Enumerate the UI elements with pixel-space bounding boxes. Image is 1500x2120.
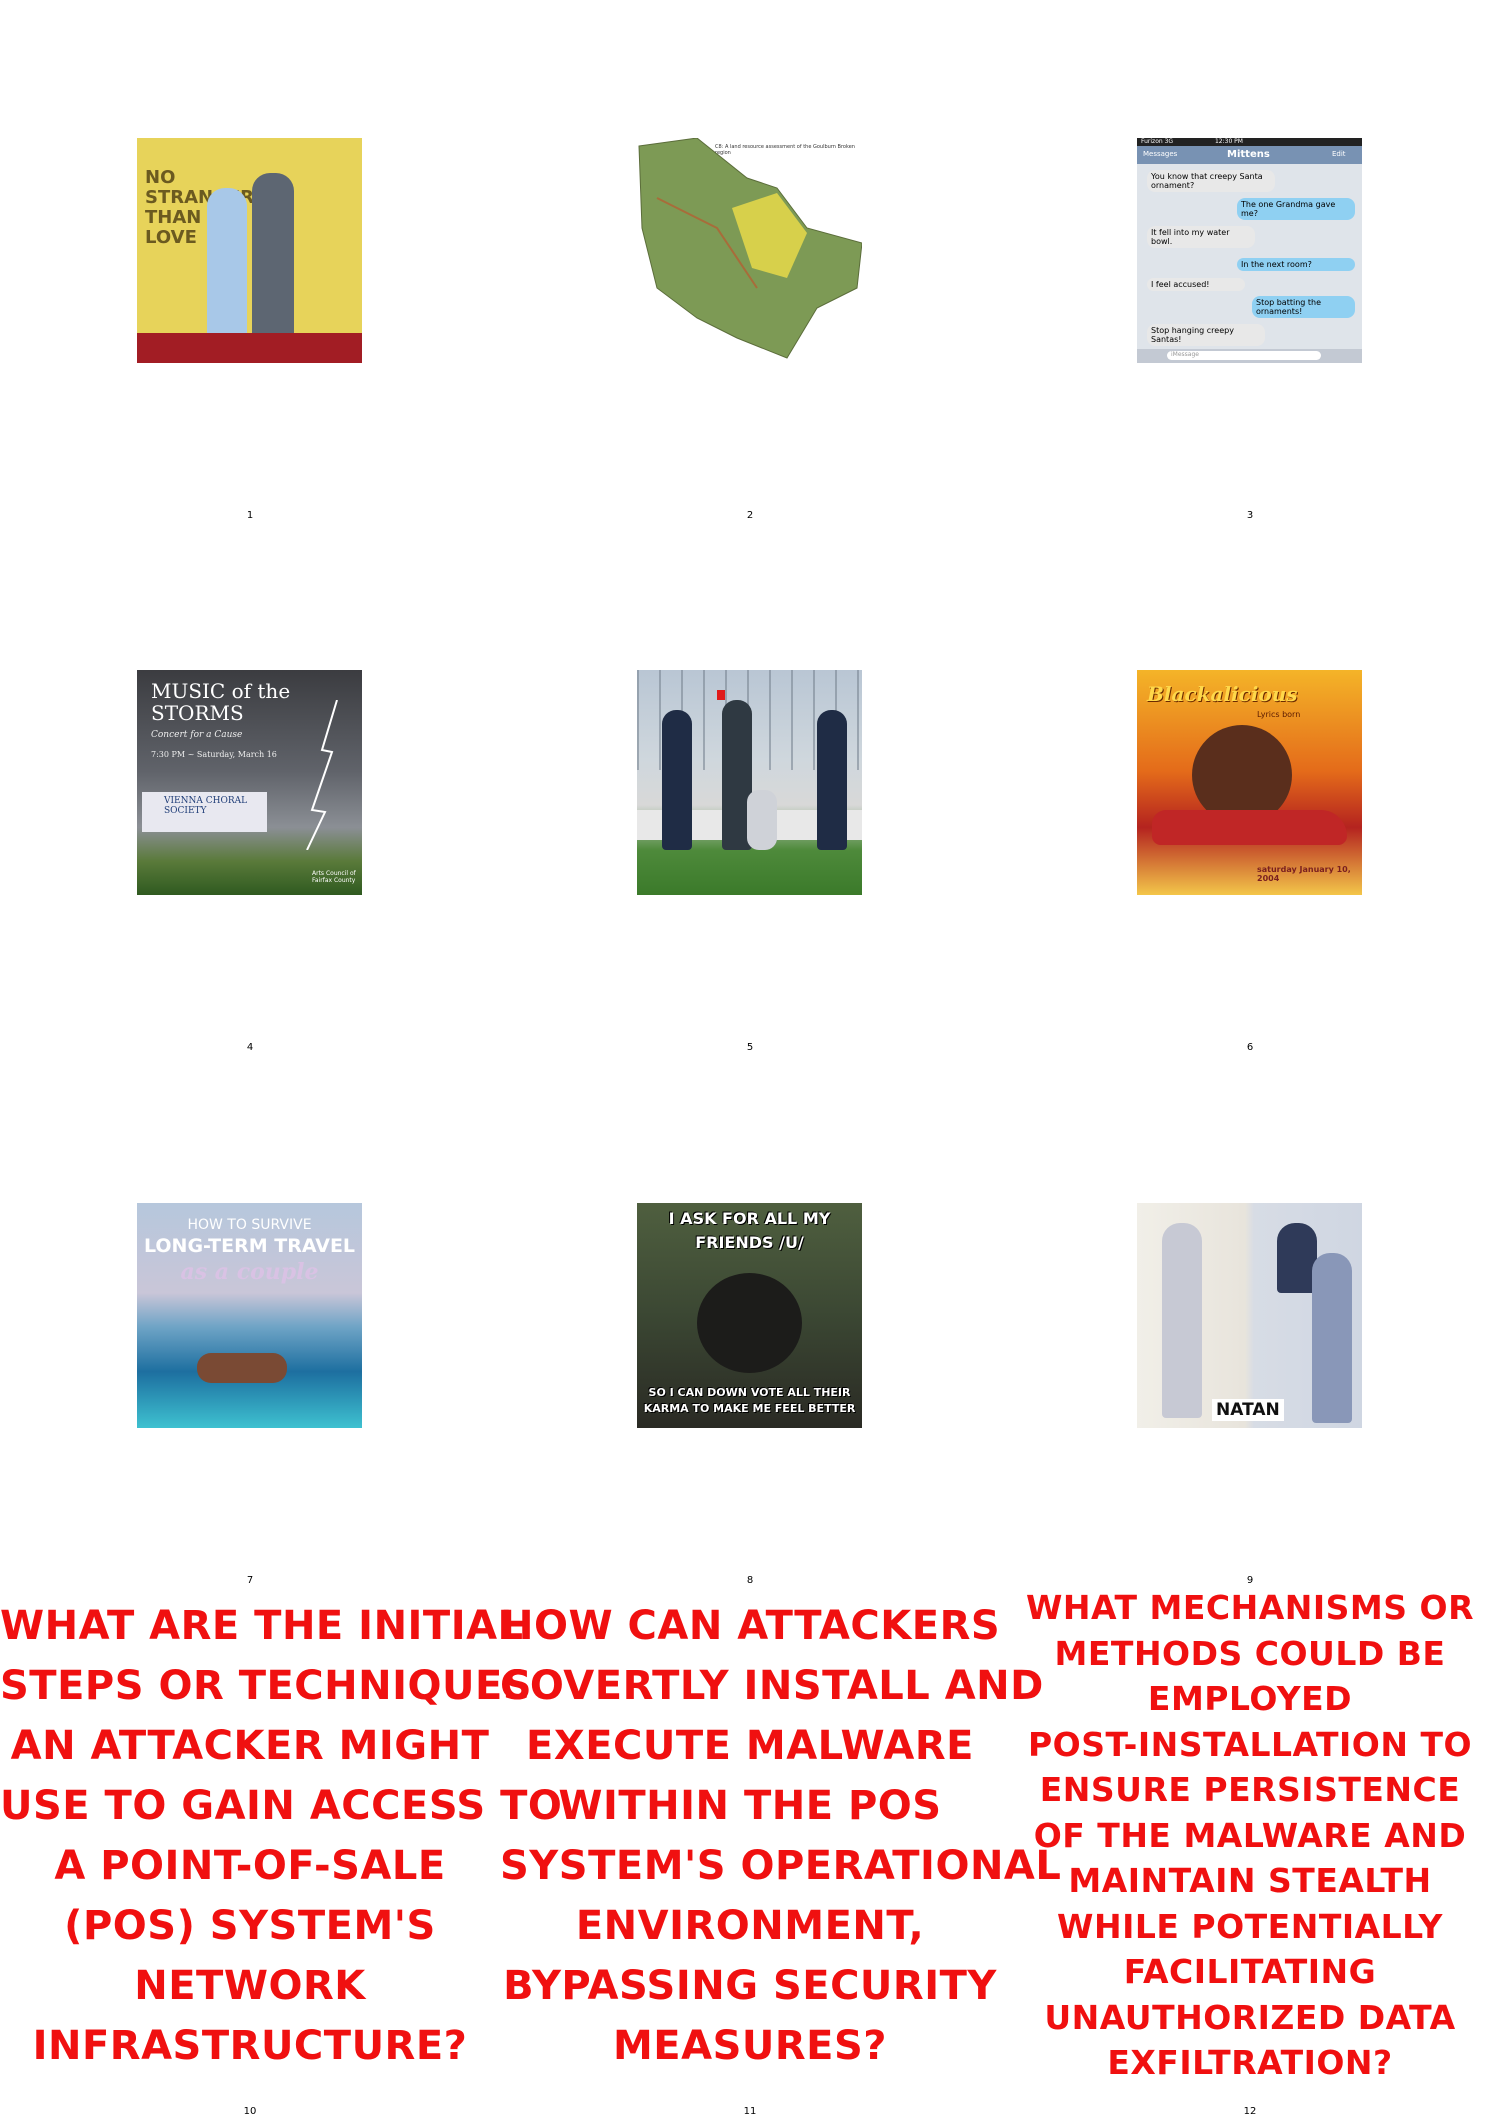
image-concert-poster[interactable]: MUSIC of the STORMS Concert for a Cause … xyxy=(137,670,362,895)
message-bubble: The one Grandma gave me? xyxy=(1237,198,1355,220)
text-line: ENVIRONMENT, xyxy=(575,1903,925,1949)
kneeling-player xyxy=(747,790,777,850)
poster-text: NO STRANGER THAN LOVE xyxy=(145,167,255,248)
image-meme-bear[interactable]: I ASK FOR ALL MY FRIENDS /U/ SO I CAN DO… xyxy=(637,1203,862,1428)
red-card xyxy=(717,690,725,700)
text-line: WITHIN THE POS xyxy=(558,1783,942,1829)
item-number: 1 xyxy=(246,510,254,521)
item-number: 10 xyxy=(243,2106,257,2117)
meme-bottom-text: SO I CAN DOWN VOTE ALL THEIR KARMA TO MA… xyxy=(643,1386,856,1415)
text-line: WHAT MECHANISMS OR xyxy=(1026,1588,1474,1627)
text-line: USE TO GAIN ACCESS TO xyxy=(0,1783,563,1829)
poster-title: Blackalicious xyxy=(1147,682,1298,706)
model-figure xyxy=(1162,1223,1202,1418)
image-region-map[interactable]: C8: A land resource assessment of the Go… xyxy=(637,138,862,363)
text-line: FACILITATING xyxy=(1123,1952,1377,1991)
text-line: STEPS OR TECHNIQUES xyxy=(0,1663,533,1709)
couple-in-pool xyxy=(197,1353,287,1383)
org-logo: VIENNA CHORAL SOCIETY xyxy=(142,792,267,832)
question-text-12: WHAT MECHANISMS OR METHODS COULD BE EMPL… xyxy=(1000,1585,1500,2086)
car-illustration xyxy=(1152,810,1347,845)
item-number: 5 xyxy=(746,1042,754,1053)
text-line: MAINTAIN STEALTH xyxy=(1068,1861,1432,1900)
input-bar: iMessage xyxy=(1137,349,1362,363)
text-line: INFRASTRUCTURE? xyxy=(32,2023,468,2069)
text-line: A POINT-OF-SALE xyxy=(54,1843,446,1889)
message-bubble: You know that creepy Santa ornament? xyxy=(1147,170,1275,192)
item-number: 6 xyxy=(1246,1042,1254,1053)
image-text-messages[interactable]: Furizon 3G 12:30 PM Messages Mittens Edi… xyxy=(1137,138,1362,363)
item-number: 2 xyxy=(746,510,754,521)
text-line: UNAUTHORIZED DATA xyxy=(1044,1997,1456,2037)
carrier-text: Furizon 3G xyxy=(1141,138,1174,145)
text-line: WHILE POTENTIALLY xyxy=(1057,1906,1443,1946)
image-movie-premiere[interactable]: NO STRANGER THAN LOVE xyxy=(137,138,362,363)
brand-label: NATAN xyxy=(1212,1399,1284,1421)
text-line: SYSTEM'S OPERATIONAL xyxy=(500,1843,1062,1889)
item-number: 3 xyxy=(1246,510,1254,521)
item-number: 11 xyxy=(743,2106,757,2117)
item-number: 8 xyxy=(746,1575,754,1586)
bear-figure xyxy=(697,1273,802,1373)
status-bar: Furizon 3G 12:30 PM xyxy=(1137,138,1362,146)
question-text-11: HOW CAN ATTACKERS COVERTLY INSTALL AND E… xyxy=(500,1596,1062,2076)
message-bubble: Stop batting the ornaments! xyxy=(1252,296,1355,318)
player-figure xyxy=(817,710,847,850)
text-line: BYPASSING SECURITY xyxy=(503,1963,997,2009)
lightning-bolt xyxy=(306,700,338,850)
message-bubble: Stop hanging creepy Santas! xyxy=(1147,324,1265,346)
sponsor-text: Arts Council of Fairfax County xyxy=(312,870,356,884)
conversation-title: Mittens xyxy=(1227,149,1270,160)
nav-bar: Messages Mittens Edit xyxy=(1137,146,1362,164)
player-figure xyxy=(662,710,692,850)
headline-line-3: as a couple xyxy=(180,1259,319,1285)
message-input[interactable]: iMessage xyxy=(1167,351,1321,360)
back-button[interactable]: Messages xyxy=(1143,150,1177,158)
dress-figure xyxy=(1312,1253,1352,1423)
text-line: OF THE MALWARE AND xyxy=(1033,1815,1467,1855)
headline-line-2: LONG-TERM TRAVEL xyxy=(143,1235,356,1257)
text-line: (POS) SYSTEM'S xyxy=(64,1903,436,1949)
message-bubble: In the next room? xyxy=(1237,258,1355,271)
text-line: AN ATTACKER MIGHT xyxy=(10,1723,490,1769)
text-line: EXFILTRATION? xyxy=(1107,2043,1393,2082)
item-number: 12 xyxy=(1243,2106,1257,2117)
meme-top-text: I ASK FOR ALL MY FRIENDS /U/ xyxy=(668,1209,831,1252)
poster-subtitle: Concert for a Cause xyxy=(151,730,243,740)
designer-figure xyxy=(1277,1223,1317,1293)
headline-line-1: HOW TO SURVIVE xyxy=(187,1217,312,1233)
text-line: EMPLOYED xyxy=(1147,1679,1353,1718)
text-line: HOW CAN ATTACKERS xyxy=(500,1603,1001,1649)
image-travel-couple[interactable]: HOW TO SURVIVE LONG-TERM TRAVEL as a cou… xyxy=(137,1203,362,1428)
image-soccer-match[interactable] xyxy=(637,670,862,895)
text-line: MEASURES? xyxy=(612,2023,887,2069)
person-figure xyxy=(252,173,294,353)
image-music-poster[interactable]: Blackalicious Lyrics born saturday Janua… xyxy=(1137,670,1362,895)
item-number: 7 xyxy=(246,1575,254,1586)
text-line: COVERTLY INSTALL AND xyxy=(500,1663,1044,1709)
red-carpet xyxy=(137,333,362,363)
text-line: WHAT ARE THE INITIAL xyxy=(0,1603,524,1649)
item-number: 4 xyxy=(246,1042,254,1053)
poster-subtitle: Lyrics born xyxy=(1257,710,1301,719)
text-line: METHODS COULD BE xyxy=(1054,1633,1446,1673)
time-text: 12:30 PM xyxy=(1214,138,1243,145)
text-line: EXECUTE MALWARE xyxy=(526,1723,974,1769)
message-bubble: It fell into my water bowl. xyxy=(1147,226,1255,248)
text-line: POST-INSTALLATION TO xyxy=(1027,1724,1473,1764)
map-shape xyxy=(638,138,862,359)
poster-date: 7:30 PM ~ Saturday, March 16 xyxy=(151,750,277,759)
question-text-10: WHAT ARE THE INITIAL STEPS OR TECHNIQUES… xyxy=(0,1596,563,2076)
message-bubble: I feel accused! xyxy=(1147,278,1245,291)
poster-date: saturday January 10, 2004 xyxy=(1257,865,1351,883)
text-line: NETWORK xyxy=(134,1963,366,2009)
edit-button[interactable]: Edit xyxy=(1332,150,1346,158)
text-line: ENSURE PERSISTENCE xyxy=(1039,1770,1461,1809)
image-fashion-collage[interactable]: NATAN xyxy=(1137,1203,1362,1428)
